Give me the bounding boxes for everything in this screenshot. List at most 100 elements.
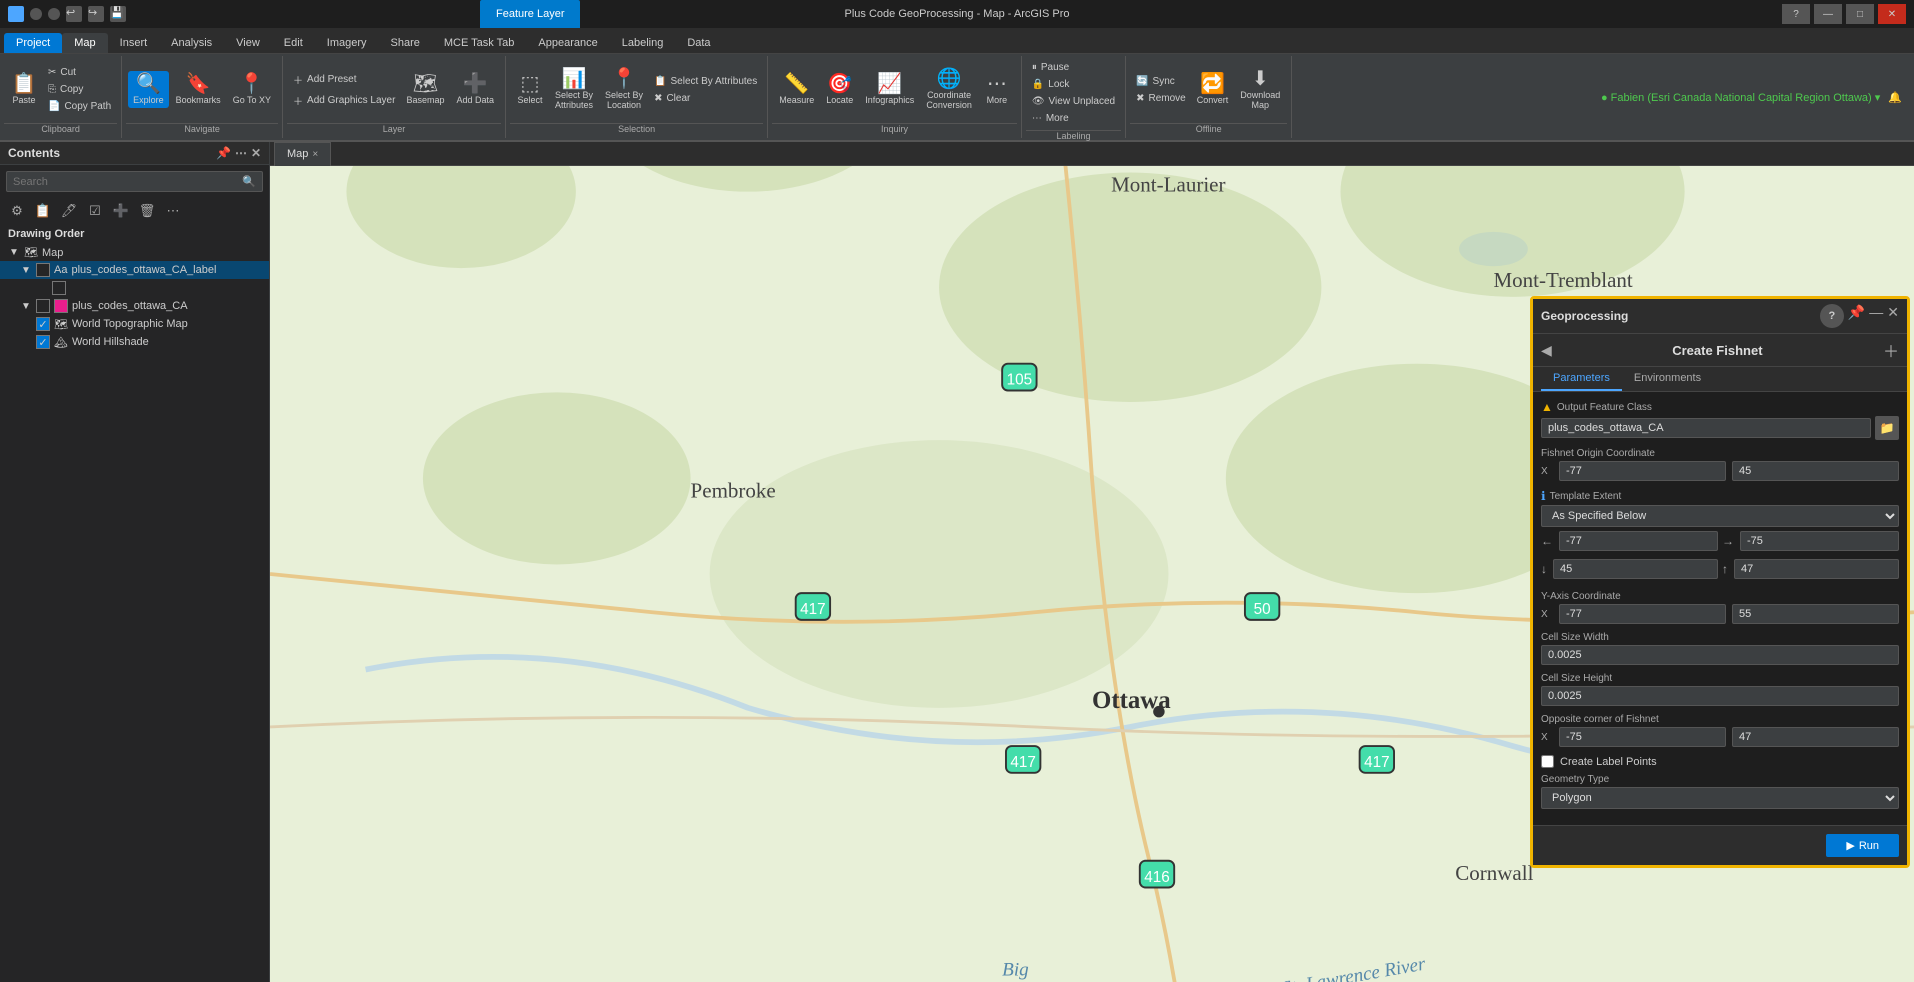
template-top[interactable]	[1734, 559, 1899, 579]
layer-item-plus-codes-label[interactable]: ▼ Aa plus_codes_ottawa_CA_label	[0, 261, 269, 279]
sync-button[interactable]: 🔄 Sync	[1132, 74, 1190, 89]
close-panel-icon[interactable]: ✕	[251, 146, 261, 160]
copy-button[interactable]: ⎘ Copy	[44, 82, 115, 97]
search-input[interactable]	[13, 176, 242, 188]
options-icon[interactable]: ⋯	[162, 200, 184, 222]
paste-button[interactable]: 📋 Paste	[6, 71, 42, 109]
geometry-type-dropdown[interactable]: Polygon Polyline	[1541, 787, 1899, 809]
redo-btn[interactable]: ↪	[88, 6, 104, 22]
layer-item-world-topo[interactable]: ✓ 🗺 World Topographic Map	[0, 315, 269, 333]
pause-button[interactable]: ⏸ Pause	[1028, 60, 1119, 75]
checkbox-plus-codes[interactable]	[36, 299, 50, 313]
opposite-corner-y[interactable]	[1732, 727, 1899, 747]
download-map-button[interactable]: ⬇ DownloadMap	[1235, 66, 1285, 114]
go-to-xy-button[interactable]: 📍 Go To XY	[228, 71, 276, 109]
checkbox-world-topo[interactable]: ✓	[36, 317, 50, 331]
expand-sub[interactable]	[36, 282, 48, 294]
menu-icon[interactable]: ⋯	[235, 146, 247, 160]
checkbox-plus-codes-label[interactable]	[36, 263, 50, 277]
template-right[interactable]	[1740, 531, 1899, 551]
fishnet-origin-x[interactable]	[1559, 461, 1726, 481]
fishnet-origin-y[interactable]	[1732, 461, 1899, 481]
run-button[interactable]: ▶ Run	[1826, 834, 1899, 857]
tab-insert[interactable]: Insert	[108, 33, 160, 53]
bookmarks-button[interactable]: 🔖 Bookmarks	[171, 71, 226, 109]
convert-button[interactable]: 🔁 Convert	[1192, 71, 1234, 109]
feature-layer-tab[interactable]: Feature Layer	[480, 0, 580, 28]
lock-button[interactable]: 🔒 Lock	[1028, 77, 1119, 92]
opposite-corner-x[interactable]	[1559, 727, 1726, 747]
more-inquiry-button[interactable]: ⋯ More	[979, 71, 1015, 109]
basemap-button[interactable]: 🗺 Basemap	[401, 71, 449, 109]
tab-edit[interactable]: Edit	[272, 33, 315, 53]
cell-size-width-field[interactable]	[1541, 645, 1899, 665]
select-button[interactable]: ⬚ Select	[512, 71, 548, 109]
tab-appearance[interactable]: Appearance	[526, 33, 609, 53]
expand-plus-codes[interactable]: ▼	[20, 300, 32, 312]
tab-imagery[interactable]: Imagery	[315, 33, 379, 53]
copy-path-button[interactable]: 📄 Copy Path	[44, 99, 115, 114]
geo-tab-parameters[interactable]: Parameters	[1541, 367, 1622, 391]
coordinate-conversion-button[interactable]: 🌐 CoordinateConversion	[921, 66, 977, 114]
output-feature-class-field[interactable]	[1541, 418, 1871, 438]
help-window-btn[interactable]: ?	[1782, 4, 1810, 24]
tab-share[interactable]: Share	[379, 33, 432, 53]
geo-pin-button[interactable]: 📌	[1848, 304, 1865, 328]
undo-btn[interactable]: ↩	[66, 6, 82, 22]
checkbox-sub[interactable]	[52, 281, 66, 295]
layer-item-plus-codes[interactable]: ▼ plus_codes_ottawa_CA	[0, 297, 269, 315]
minimize-btn[interactable]: —	[1814, 4, 1842, 24]
remove-button[interactable]: ✖ Remove	[1132, 91, 1190, 106]
layer-item-world-hillshade[interactable]: ✓ 🏔 World Hillshade	[0, 333, 269, 351]
explore-button[interactable]: 🔍 Explore	[128, 71, 169, 109]
cut-button[interactable]: ✂ Cut	[44, 65, 115, 80]
geo-tab-environments[interactable]: Environments	[1622, 367, 1713, 391]
template-extent-dropdown[interactable]: As Specified Below	[1541, 505, 1899, 527]
tab-view[interactable]: View	[224, 33, 272, 53]
tab-mce[interactable]: MCE Task Tab	[432, 33, 527, 53]
create-label-points-checkbox[interactable]	[1541, 755, 1554, 768]
geo-back-button[interactable]: ◀	[1541, 342, 1552, 359]
save-btn[interactable]: 💾	[110, 6, 126, 22]
geo-add-button[interactable]: ＋	[1883, 338, 1899, 362]
locate-button[interactable]: 🎯 Locate	[821, 71, 858, 109]
tab-map[interactable]: Map	[62, 33, 107, 53]
geo-minimize-button[interactable]: —	[1869, 304, 1883, 328]
output-browse-button[interactable]: 📁	[1875, 416, 1899, 440]
layer-item-plus-codes-label-sub[interactable]	[0, 279, 269, 297]
more-labeling-button[interactable]: ⋯ More	[1028, 111, 1119, 126]
expand-plus-codes-label[interactable]: ▼	[20, 264, 32, 276]
list-by-source-icon[interactable]: 📋	[32, 200, 54, 222]
measure-button[interactable]: 📏 Measure	[774, 71, 819, 109]
add-graphics-layer-button[interactable]: ＋ Add Graphics Layer	[289, 91, 399, 110]
attributes-button[interactable]: 📋 Select By Attributes	[650, 74, 761, 89]
template-bottom[interactable]	[1553, 559, 1718, 579]
remove-layer-icon[interactable]: 🗑	[136, 200, 158, 222]
tab-project[interactable]: Project	[4, 33, 62, 53]
add-layer-icon[interactable]: ➕	[110, 200, 132, 222]
tab-data[interactable]: Data	[675, 33, 722, 53]
tab-labeling[interactable]: Labeling	[610, 33, 676, 53]
tab-analysis[interactable]: Analysis	[159, 33, 224, 53]
close-btn[interactable]: ✕	[1878, 4, 1906, 24]
y-axis-y[interactable]	[1732, 604, 1899, 624]
checkbox-world-hillshade[interactable]: ✓	[36, 335, 50, 349]
list-selected-icon[interactable]: ☑	[84, 200, 106, 222]
view-unplaced-button[interactable]: 👁 View Unplaced	[1028, 94, 1119, 109]
close-map-tab[interactable]: ×	[312, 149, 318, 160]
infographics-button[interactable]: 📈 Infographics	[860, 71, 919, 109]
y-axis-x[interactable]	[1559, 604, 1726, 624]
expand-map[interactable]: ▼	[8, 247, 20, 259]
geo-help-button[interactable]: ?	[1820, 304, 1844, 328]
notification-icon[interactable]: 🔔	[1888, 91, 1902, 104]
add-preset-button[interactable]: ＋ Add Preset	[289, 70, 399, 89]
filter-icon[interactable]: ⚙	[6, 200, 28, 222]
layer-item-map[interactable]: ▼ 🗺 Map	[0, 244, 269, 261]
map-tab[interactable]: Map ×	[274, 142, 331, 166]
add-data-button[interactable]: ➕ Add Data	[451, 71, 499, 109]
template-left[interactable]	[1559, 531, 1718, 551]
select-by-location-button[interactable]: 📍 Select ByLocation	[600, 66, 648, 114]
contents-search[interactable]: 🔍	[6, 171, 263, 192]
cell-size-height-field[interactable]	[1541, 686, 1899, 706]
select-by-attributes-button[interactable]: 📊 Select ByAttributes	[550, 66, 598, 114]
